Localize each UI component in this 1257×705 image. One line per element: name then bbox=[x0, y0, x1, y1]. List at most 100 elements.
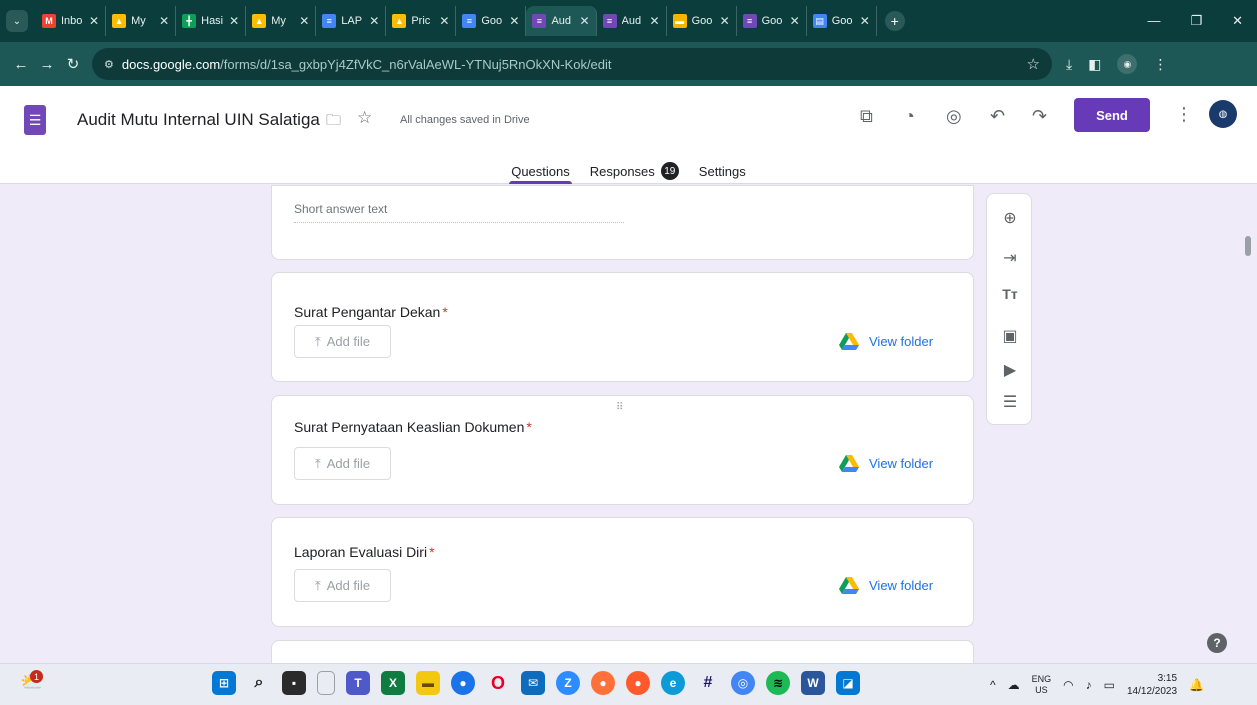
add-title-icon[interactable]: Tт bbox=[987, 286, 1033, 302]
photos-icon[interactable]: ◪ bbox=[836, 671, 860, 695]
browser-tab[interactable]: ▲ My ✕ bbox=[246, 6, 317, 36]
close-tab-icon[interactable]: ✕ bbox=[439, 14, 449, 28]
browser-tab[interactable]: ≡ Goo ✕ bbox=[456, 6, 527, 36]
view-folder-link[interactable]: View folder bbox=[839, 455, 933, 472]
profile-avatar[interactable]: ◉ bbox=[1117, 54, 1138, 74]
tab-settings[interactable]: Settings bbox=[699, 158, 746, 184]
close-tab-icon[interactable]: ✕ bbox=[650, 14, 660, 28]
drag-handle-icon[interactable]: ⠿ bbox=[616, 402, 624, 413]
short-answer-card[interactable]: Short answer text bbox=[271, 185, 974, 260]
preview-eye-icon[interactable]: ◎ bbox=[946, 106, 962, 127]
browser-tab[interactable]: ▤ Goo ✕ bbox=[807, 6, 877, 36]
close-tab-icon[interactable]: ✕ bbox=[369, 14, 379, 28]
minimize-icon[interactable]: — bbox=[1147, 13, 1160, 29]
language-indicator[interactable]: ENG US bbox=[1032, 674, 1052, 696]
notes-icon[interactable]: # bbox=[696, 671, 720, 695]
close-tab-icon[interactable]: ✕ bbox=[159, 14, 169, 28]
excel-icon[interactable]: X bbox=[381, 671, 405, 695]
add-file-button[interactable]: ⤒ Add file bbox=[294, 569, 391, 602]
browser-menu-icon[interactable]: ⋮ bbox=[1153, 56, 1167, 73]
close-tab-icon[interactable]: ✕ bbox=[89, 14, 99, 28]
edge-icon[interactable]: e bbox=[661, 671, 685, 695]
undo-icon[interactable]: ↶ bbox=[990, 106, 1005, 127]
question-card[interactable]: ⠿ Surat Pernyataan Keaslian Dokumen * ⤒ Ad… bbox=[271, 395, 974, 505]
browser-tab[interactable]: ≡ Goo ✕ bbox=[737, 6, 807, 36]
close-window-icon[interactable]: ✕ bbox=[1232, 13, 1243, 29]
close-tab-icon[interactable]: ✕ bbox=[790, 14, 800, 28]
search-icon[interactable]: ⌕ bbox=[247, 671, 271, 695]
google-forms-logo-icon[interactable]: ☰ bbox=[24, 105, 46, 135]
move-to-folder-icon[interactable]: 🗀 bbox=[326, 110, 341, 135]
notifications-bell-icon[interactable]: 🔔 bbox=[1189, 678, 1204, 692]
reload-icon[interactable]: ↻ bbox=[60, 55, 86, 73]
site-info-icon[interactable]: ⚙ bbox=[104, 58, 114, 71]
browser-tab[interactable]: ▲ My ✕ bbox=[106, 6, 177, 36]
download-icon[interactable]: ⤓ bbox=[1066, 56, 1072, 73]
close-tab-icon[interactable]: ✕ bbox=[509, 14, 519, 28]
wifi-icon[interactable]: ◠ bbox=[1063, 678, 1073, 692]
new-tab-button[interactable]: + bbox=[884, 11, 905, 31]
question-card[interactable]: Surat Pengantar Dekan * ⤒ Add file View fo… bbox=[271, 272, 974, 382]
word-icon[interactable]: W bbox=[801, 671, 825, 695]
browser-tab[interactable]: ≡ Aud ✕ bbox=[526, 6, 597, 36]
view-folder-link[interactable]: View folder bbox=[839, 577, 933, 594]
browser-tab[interactable]: M Inbo ✕ bbox=[36, 6, 107, 36]
redo-icon[interactable]: ↷ bbox=[1032, 106, 1047, 127]
tab-questions[interactable]: Questions bbox=[509, 158, 572, 184]
add-file-button[interactable]: ⤒ Add file bbox=[294, 325, 391, 358]
show-hidden-icons-icon[interactable]: ^ bbox=[990, 678, 996, 692]
add-video-icon[interactable]: ▶ bbox=[987, 360, 1033, 380]
browser-tab[interactable]: ▬ Goo ✕ bbox=[667, 6, 737, 36]
more-options-icon[interactable]: ⋮ bbox=[1175, 104, 1193, 125]
address-bar[interactable]: ⚙ docs.google.com/forms/d/1sa_gxbpYj4ZfV… bbox=[92, 48, 1052, 80]
onedrive-icon[interactable]: ☁ bbox=[1008, 678, 1020, 692]
spotify-icon[interactable]: ≋ bbox=[766, 671, 790, 695]
mail-icon[interactable]: ✉ bbox=[521, 671, 545, 695]
scrollbar-thumb[interactable] bbox=[1245, 236, 1251, 256]
back-icon[interactable]: ← bbox=[8, 56, 34, 73]
browser-tab[interactable]: ╋ Hasi ✕ bbox=[176, 6, 247, 36]
import-questions-icon[interactable]: ⇥ bbox=[987, 248, 1033, 268]
file-explorer-icon[interactable]: ▬ bbox=[416, 671, 440, 695]
palette-icon[interactable]: ◔ bbox=[904, 106, 915, 127]
battery-icon[interactable]: ▭ bbox=[1104, 678, 1115, 692]
user-avatar[interactable]: ◍ bbox=[1209, 100, 1237, 128]
firefox-dev-icon[interactable]: ● bbox=[626, 671, 650, 695]
add-file-button[interactable]: ⤒ Add file bbox=[294, 447, 391, 480]
teams-icon[interactable]: T bbox=[346, 671, 370, 695]
tab-search-button[interactable]: ⌄ bbox=[6, 10, 28, 32]
add-section-icon[interactable]: ☰ bbox=[987, 392, 1033, 412]
star-icon[interactable]: ☆ bbox=[357, 108, 372, 128]
chrome-icon[interactable]: ◎ bbox=[731, 671, 755, 695]
tab-responses[interactable]: Responses 19 bbox=[590, 158, 679, 184]
send-button[interactable]: Send bbox=[1074, 98, 1150, 132]
file-icon[interactable] bbox=[317, 671, 335, 695]
addons-puzzle-icon[interactable]: ⧉ bbox=[860, 106, 873, 127]
close-tab-icon[interactable]: ✕ bbox=[720, 14, 730, 28]
browser-tab[interactable]: ▲ Pric ✕ bbox=[386, 6, 457, 36]
add-image-icon[interactable]: ▣ bbox=[987, 326, 1033, 346]
forward-icon[interactable]: → bbox=[34, 56, 60, 73]
view-folder-link[interactable]: View folder bbox=[839, 333, 933, 350]
close-tab-icon[interactable]: ✕ bbox=[860, 14, 870, 28]
firefox-icon[interactable]: ● bbox=[591, 671, 615, 695]
task-view-icon[interactable]: ▪ bbox=[282, 671, 306, 695]
browser-tab[interactable]: ≡ LAP ✕ bbox=[316, 6, 387, 36]
chrome-profile-icon[interactable]: ● bbox=[451, 671, 475, 695]
restore-icon[interactable]: ❐ bbox=[1190, 13, 1202, 29]
volume-icon[interactable]: ♪ bbox=[1086, 678, 1092, 692]
browser-tab[interactable]: ≡ Aud ✕ bbox=[597, 6, 667, 36]
close-tab-icon[interactable]: ✕ bbox=[579, 14, 589, 28]
close-tab-icon[interactable]: ✕ bbox=[299, 14, 309, 28]
close-tab-icon[interactable]: ✕ bbox=[229, 14, 239, 28]
clock[interactable]: 3:15 14/12/2023 bbox=[1127, 672, 1177, 698]
start-menu-icon[interactable]: ⊞ bbox=[212, 671, 236, 695]
help-icon[interactable]: ? bbox=[1207, 633, 1227, 653]
zoom-icon[interactable]: Z bbox=[556, 671, 580, 695]
form-title[interactable]: Audit Mutu Internal UIN Salatiga bbox=[77, 110, 320, 130]
question-card[interactable]: Laporan Evaluasi Diri * ⤒ Add file View fo… bbox=[271, 517, 974, 627]
add-question-icon[interactable]: ⊕ bbox=[987, 208, 1033, 228]
bookmark-star-icon[interactable]: ☆ bbox=[1027, 55, 1040, 73]
side-panel-icon[interactable]: ◧ bbox=[1088, 56, 1101, 73]
opera-icon[interactable]: O bbox=[486, 671, 510, 695]
